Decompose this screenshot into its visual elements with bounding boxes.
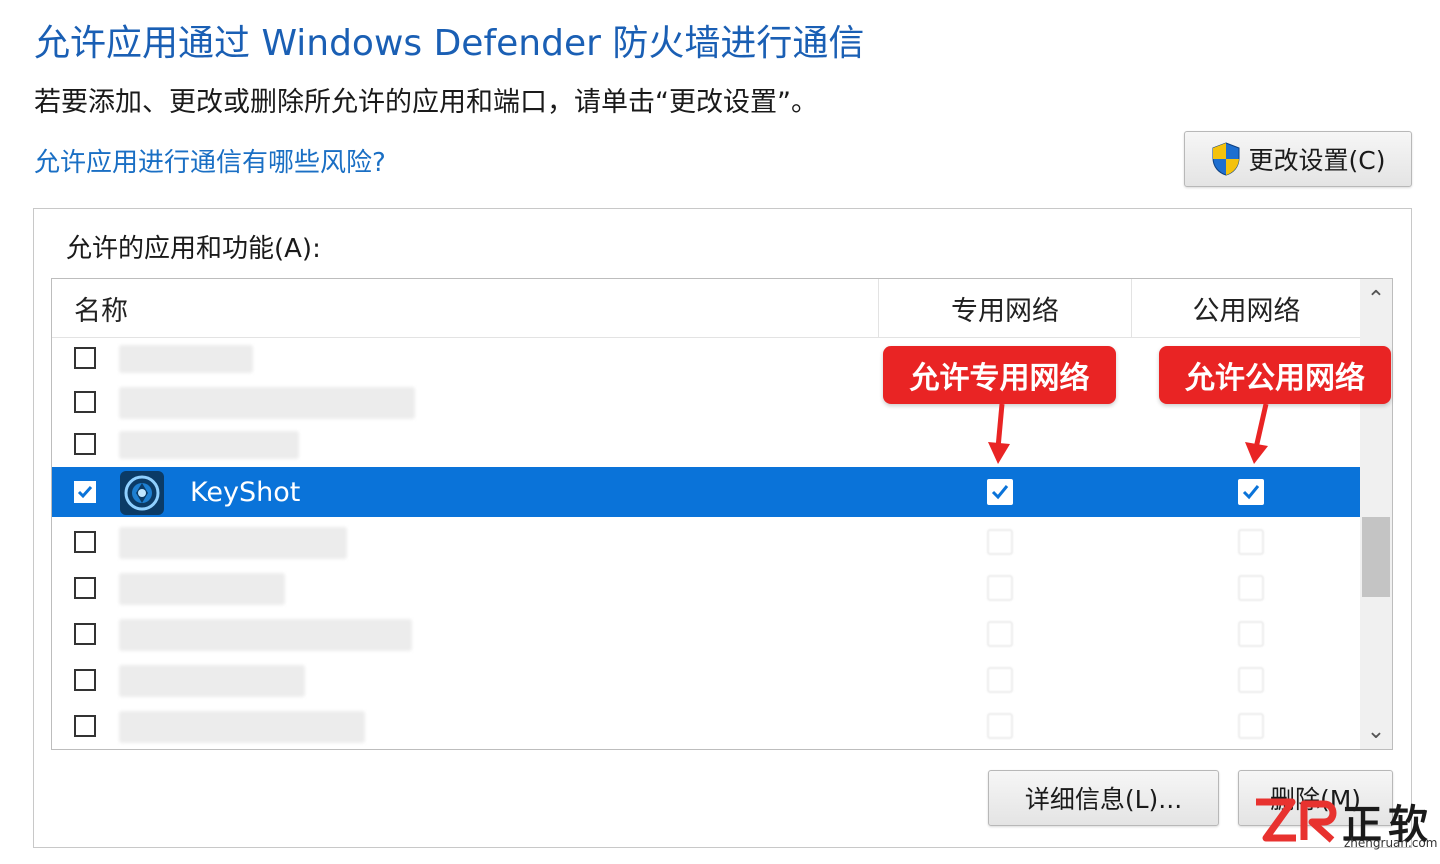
change-settings-button[interactable]: 更改设置(C) [1184,131,1412,187]
redacted-app-name [119,573,285,605]
column-header-public[interactable]: 公用网络 [1131,279,1361,337]
public-checkbox[interactable] [1238,667,1264,693]
scroll-down-chevron-icon[interactable]: ⌄ [1360,713,1392,749]
keyshot-logo-icon [120,471,164,515]
public-arrow-icon [1245,404,1269,464]
list-item[interactable] [52,611,1360,657]
list-item[interactable] [52,565,1360,611]
private-checkbox[interactable] [987,529,1013,555]
app-enable-checkbox[interactable] [74,433,96,455]
column-header-private[interactable]: 专用网络 [878,279,1131,337]
redacted-app-name [119,345,253,373]
public-network-callout: 允许公用网络 [1159,346,1391,404]
keyshot-enable-checkbox[interactable] [74,481,96,503]
public-checkbox[interactable] [1238,575,1264,601]
app-enable-checkbox[interactable] [74,623,96,645]
list-item[interactable] [52,519,1360,565]
page-subtitle: 若要添加、更改或删除所允许的应用和端口，请单击“更改设置”。 [34,87,818,118]
list-header: 名称 专用网络 公用网络 [52,279,1360,338]
private-arrow-icon [988,404,1010,464]
app-enable-checkbox[interactable] [74,347,96,369]
uac-shield-icon [1212,142,1240,176]
app-enable-checkbox[interactable] [74,531,96,553]
app-enable-checkbox[interactable] [74,577,96,599]
public-checkbox[interactable] [1238,529,1264,555]
scroll-up-chevron-icon[interactable]: ⌃ [1360,281,1392,317]
list-item[interactable] [52,425,1360,465]
watermark-url: zhengruan.com [1344,836,1438,850]
details-button[interactable]: 详细信息(L)... [988,770,1219,826]
keyshot-public-checkbox[interactable] [1238,479,1264,505]
redacted-app-name [119,387,415,419]
redacted-app-name [119,527,347,559]
page-title: 允许应用通过 Windows Defender 防火墙进行通信 [34,23,865,64]
scrollbar-thumb[interactable] [1362,517,1390,597]
keyshot-app-name: KeyShot [190,476,301,508]
keyshot-private-checkbox[interactable] [987,479,1013,505]
list-item[interactable] [52,657,1360,703]
app-enable-checkbox[interactable] [74,715,96,737]
list-item[interactable] [52,703,1360,749]
public-checkbox[interactable] [1238,621,1264,647]
change-settings-label: 更改设置(C) [1248,146,1386,175]
private-network-callout: 允许专用网络 [883,346,1116,404]
risk-info-link[interactable]: 允许应用进行通信有哪些风险? [34,142,386,179]
private-checkbox[interactable] [987,575,1013,601]
private-checkbox[interactable] [987,621,1013,647]
private-checkbox[interactable] [987,713,1013,739]
redacted-app-name [119,711,365,743]
public-checkbox[interactable] [1238,713,1264,739]
list-item-keyshot[interactable]: KeyShot [52,467,1360,517]
zhengruan-logo-icon [1256,798,1337,843]
column-header-name[interactable]: 名称 [74,279,128,337]
redacted-app-name [119,431,299,459]
app-enable-checkbox[interactable] [74,669,96,691]
app-enable-checkbox[interactable] [74,391,96,413]
allowed-apps-label: 允许的应用和功能(A): [66,234,321,264]
private-checkbox[interactable] [987,667,1013,693]
redacted-app-name [119,665,305,697]
redacted-app-name [119,619,412,651]
